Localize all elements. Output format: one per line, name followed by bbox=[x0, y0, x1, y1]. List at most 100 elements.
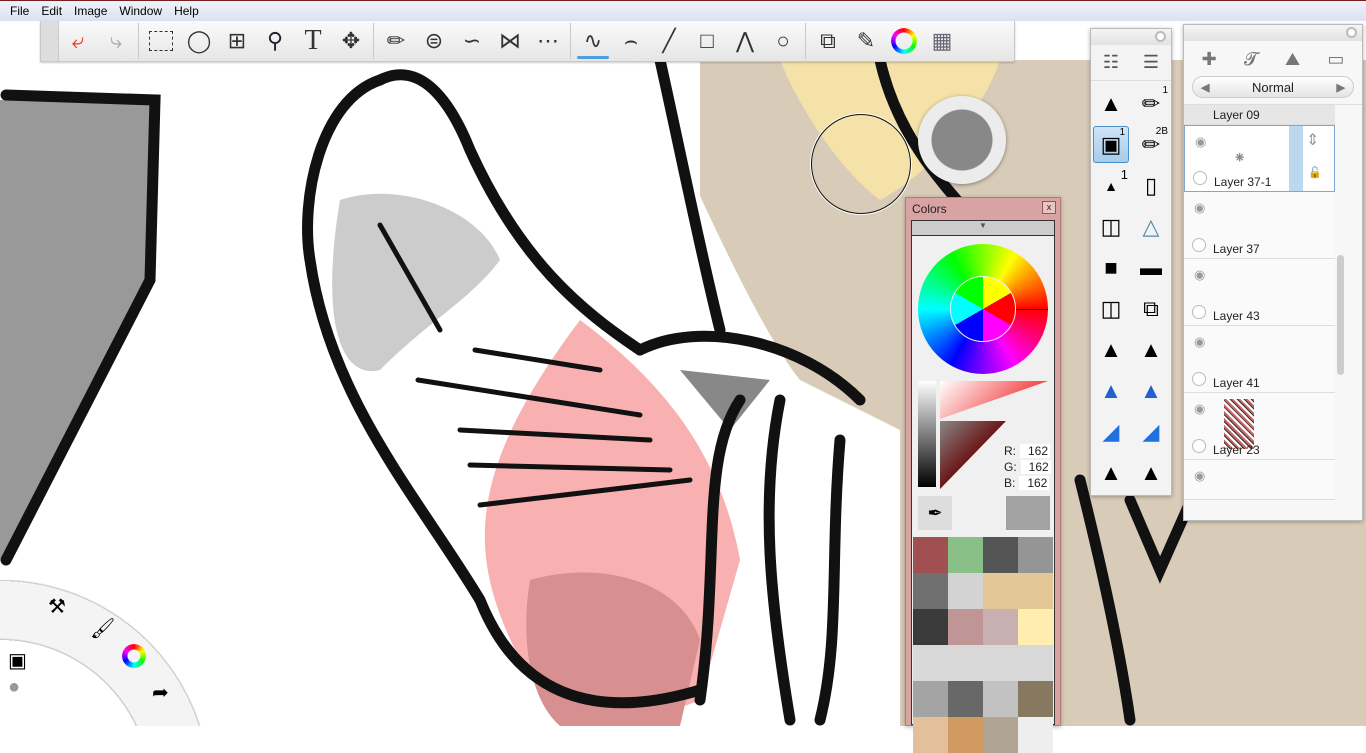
layer-item[interactable]: Layer 09 bbox=[1184, 105, 1335, 125]
color-swatch[interactable] bbox=[913, 645, 948, 681]
layer-radio[interactable] bbox=[1192, 238, 1206, 252]
layer-item[interactable]: ◉ Layer 43 bbox=[1184, 259, 1335, 326]
color-swatch[interactable] bbox=[983, 681, 1018, 717]
eye-icon[interactable]: ◉ bbox=[1194, 401, 1205, 417]
hard-eraser-icon[interactable]: ■ bbox=[1091, 249, 1131, 286]
close-icon[interactable] bbox=[1346, 27, 1357, 38]
pointer-icon[interactable]: ➦ bbox=[152, 680, 169, 705]
add-image-icon[interactable]: ⛰ bbox=[1285, 49, 1300, 70]
brush-properties-icon[interactable]: ☷ bbox=[1103, 52, 1119, 73]
layer-radio[interactable] bbox=[1192, 439, 1206, 453]
text-icon[interactable]: T bbox=[294, 22, 332, 60]
tools-icon[interactable]: ⚒ bbox=[48, 594, 66, 619]
color-swatch[interactable] bbox=[1018, 717, 1053, 753]
clear-layer-icon[interactable]: ▭ bbox=[1327, 49, 1344, 70]
ellipse-icon[interactable]: ○ bbox=[764, 22, 802, 60]
redo-icon[interactable]: ⤷ bbox=[97, 22, 135, 60]
symmetry-x-icon[interactable]: ⋈ bbox=[491, 22, 529, 60]
eye-icon[interactable]: ◉ bbox=[1194, 468, 1205, 484]
eraser-icon[interactable]: ▣ 1 bbox=[1093, 126, 1129, 163]
menu-edit[interactable]: Edit bbox=[35, 4, 68, 18]
eye-icon[interactable]: ◉ bbox=[1194, 267, 1205, 283]
lasso-icon[interactable]: ◯ bbox=[180, 22, 218, 60]
blue-marker-icon[interactable]: ▲ bbox=[1091, 372, 1131, 409]
add-layer-icon[interactable]: ✚ bbox=[1202, 49, 1217, 70]
color-swatch[interactable] bbox=[1018, 537, 1053, 573]
inking-pen-icon[interactable]: ▲ bbox=[1091, 331, 1131, 368]
layer-radio[interactable] bbox=[1193, 171, 1207, 185]
prev-blend-icon[interactable]: ◀ bbox=[1201, 81, 1209, 94]
soft-eraser-icon[interactable]: ▬ bbox=[1131, 249, 1171, 286]
zoom-icon[interactable]: ⚲ bbox=[256, 22, 294, 60]
color-swatch[interactable] bbox=[913, 717, 948, 753]
color-swatch[interactable] bbox=[983, 609, 1018, 645]
menu-image[interactable]: Image bbox=[68, 4, 113, 18]
r-field[interactable]: 162 bbox=[1020, 444, 1050, 458]
color-swatch[interactable] bbox=[948, 717, 983, 753]
color-puck[interactable] bbox=[918, 96, 1006, 184]
pencil-icon[interactable]: ✏ 2B bbox=[1131, 126, 1171, 163]
color-swatch[interactable] bbox=[948, 573, 983, 609]
ellipse-guide-icon[interactable]: ⊜ bbox=[415, 22, 453, 60]
eye-icon[interactable]: ◉ bbox=[1195, 134, 1206, 150]
airbrush-icon[interactable]: ▲ bbox=[1091, 85, 1131, 122]
layer-item-selected[interactable]: ◉ ⁕ Layer 37-1 ⇕ 🔓 bbox=[1184, 125, 1335, 192]
color-swatch[interactable] bbox=[983, 645, 1018, 681]
chisel-marker-icon[interactable]: ◢ bbox=[1131, 413, 1171, 450]
layer-radio[interactable] bbox=[1192, 305, 1206, 319]
paint-bucket-icon[interactable]: ◫ bbox=[1091, 208, 1131, 245]
colors-title-bar[interactable]: Colors x bbox=[906, 198, 1060, 218]
color-swatch[interactable] bbox=[983, 537, 1018, 573]
ballpoint-pen-icon[interactable]: ✏ 1 bbox=[1131, 85, 1171, 122]
grayscale-strip[interactable] bbox=[918, 381, 936, 487]
crop-icon[interactable]: ⊞ bbox=[218, 22, 256, 60]
copy-paste-icon[interactable]: ⧉ bbox=[809, 22, 847, 60]
color-swatch[interactable] bbox=[1018, 609, 1053, 645]
small-pen-icon[interactable]: ▲ 1 bbox=[1091, 167, 1131, 204]
next-blend-icon[interactable]: ▶ bbox=[1337, 81, 1345, 94]
brush-library-icon[interactable]: ☰ bbox=[1143, 52, 1159, 73]
value-triangle[interactable] bbox=[940, 421, 1006, 489]
color-wheel[interactable] bbox=[918, 244, 1048, 374]
move-layer-icon[interactable]: ⇕ bbox=[1306, 130, 1319, 150]
collapse-icon[interactable]: ▼ bbox=[912, 221, 1054, 236]
marker-icon[interactable]: ▯ bbox=[1131, 167, 1171, 204]
color-swatch[interactable] bbox=[913, 573, 948, 609]
brush-palette-header[interactable] bbox=[1091, 29, 1171, 45]
color-swatch[interactable] bbox=[1018, 645, 1053, 681]
bristle-brush-icon[interactable]: ▲ bbox=[1131, 454, 1171, 491]
brush-icon[interactable]: 🖌 bbox=[90, 616, 115, 641]
rectangle-icon[interactable]: □ bbox=[688, 22, 726, 60]
paintbrush-icon[interactable]: ▲ bbox=[1091, 454, 1131, 491]
color-swatch[interactable] bbox=[913, 681, 948, 717]
layer-item[interactable]: ◉ bbox=[1184, 460, 1335, 500]
close-button[interactable]: x bbox=[1042, 201, 1056, 214]
curve-icon[interactable]: ⌢ bbox=[612, 22, 650, 60]
blend-mode-selector[interactable]: ◀ Normal ▶ bbox=[1192, 76, 1354, 98]
b-field[interactable]: 162 bbox=[1019, 476, 1050, 490]
line-icon[interactable]: ╱ bbox=[650, 22, 688, 60]
color-icon[interactable] bbox=[122, 644, 146, 668]
layer-item[interactable]: ◉ Layer 23 bbox=[1184, 393, 1335, 460]
menu-file[interactable]: File bbox=[4, 4, 35, 18]
polyline-icon[interactable]: ⋀ bbox=[726, 22, 764, 60]
color-swatch[interactable] bbox=[948, 537, 983, 573]
undo-icon[interactable]: ⤶ bbox=[59, 22, 97, 60]
ruler-icon[interactable]: ✏ bbox=[377, 22, 415, 60]
color-swatch[interactable] bbox=[1018, 573, 1053, 609]
menu-help[interactable]: Help bbox=[168, 4, 205, 18]
brushes-icon[interactable]: ✎ bbox=[847, 22, 885, 60]
rect-select-icon[interactable] bbox=[142, 22, 180, 60]
fill-icon[interactable]: ◫ bbox=[1091, 290, 1131, 327]
layer-item[interactable]: ◉ Layer 37 bbox=[1184, 192, 1335, 259]
eye-icon[interactable]: ◉ bbox=[1194, 334, 1205, 350]
layer-item[interactable]: ◉ Layer 41 bbox=[1184, 326, 1335, 393]
color-swatch[interactable] bbox=[983, 573, 1018, 609]
opacity-slider[interactable] bbox=[1289, 126, 1303, 191]
dot-icon[interactable]: ● bbox=[8, 676, 20, 699]
color-swatch[interactable] bbox=[983, 717, 1018, 753]
smudge-icon[interactable]: △ bbox=[1131, 208, 1171, 245]
layer-editor-header[interactable] bbox=[1184, 25, 1362, 41]
symmetry-y-icon[interactable]: ⋯ bbox=[529, 22, 567, 60]
color-swatch[interactable] bbox=[948, 645, 983, 681]
